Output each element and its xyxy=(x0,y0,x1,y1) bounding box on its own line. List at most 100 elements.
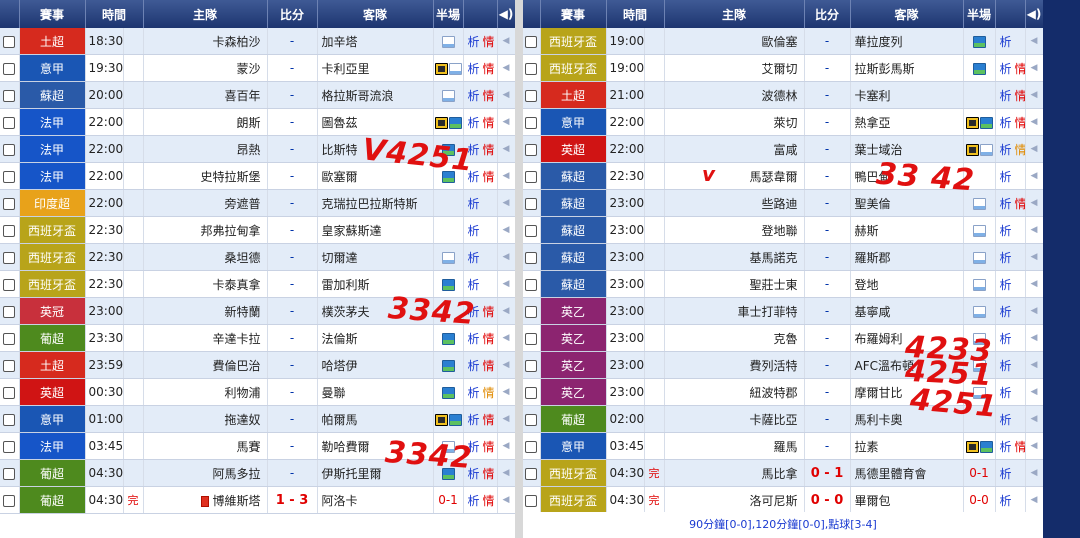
info-link[interactable]: 情 xyxy=(483,35,495,49)
home-team[interactable]: 富咸 xyxy=(664,135,805,163)
league-badge[interactable]: 西班牙盃 xyxy=(19,270,86,298)
row-speaker[interactable]: ◀ xyxy=(1025,486,1043,514)
row-speaker[interactable]: ◀ xyxy=(497,108,515,136)
row-checkbox[interactable] xyxy=(525,440,538,453)
row-speaker[interactable]: ◀ xyxy=(497,270,515,298)
analysis-link[interactable]: 析 xyxy=(1000,62,1012,76)
row-checkbox[interactable] xyxy=(525,359,538,372)
info-link[interactable]: 情 xyxy=(483,143,495,157)
tv-icon[interactable] xyxy=(966,116,980,129)
away-team[interactable]: 基寧咸 xyxy=(850,297,964,325)
speaker-icon[interactable]: ◀ xyxy=(503,468,510,478)
home-team[interactable]: 辛達卡拉 xyxy=(143,324,268,352)
analysis-link[interactable]: 析 xyxy=(468,278,480,292)
row-speaker[interactable]: ◀ xyxy=(497,459,515,487)
away-team[interactable]: 熱拿亞 xyxy=(850,108,964,136)
speaker-icon[interactable]: ◀ xyxy=(503,333,510,343)
photo-icon[interactable] xyxy=(973,62,987,75)
speaker-icon[interactable]: ◀ xyxy=(1031,171,1038,181)
league-badge[interactable]: 土超 xyxy=(19,351,86,379)
row-speaker[interactable]: ◀ xyxy=(497,135,515,163)
away-team[interactable]: 赫斯 xyxy=(850,216,964,244)
analysis-link[interactable]: 析 xyxy=(1000,197,1012,211)
row-checkbox[interactable] xyxy=(3,305,16,318)
row-checkbox[interactable] xyxy=(3,278,16,291)
info-link[interactable]: 情 xyxy=(483,440,495,454)
header-speaker[interactable]: ◀) xyxy=(1025,0,1043,28)
analysis-link[interactable]: 析 xyxy=(468,251,480,265)
speaker-icon[interactable]: ◀ xyxy=(1031,225,1038,235)
speaker-icon[interactable]: ◀ xyxy=(1031,63,1038,73)
row-checkbox[interactable] xyxy=(525,116,538,129)
speaker-icon[interactable]: ◀ xyxy=(1031,144,1038,154)
info-link[interactable]: 情 xyxy=(1015,143,1024,157)
photo-icon[interactable] xyxy=(449,116,463,129)
home-team[interactable]: 博維斯塔 xyxy=(143,486,268,514)
home-team[interactable]: 聖莊士東 xyxy=(664,270,805,298)
home-team[interactable]: 利物浦 xyxy=(143,378,268,406)
league-badge[interactable]: 蘇超 xyxy=(540,270,607,298)
info-link[interactable]: 情 xyxy=(1015,440,1024,454)
home-team[interactable]: 紐波特郡 xyxy=(664,378,805,406)
row-speaker[interactable]: ◀ xyxy=(1025,243,1043,271)
row-speaker[interactable]: ◀ xyxy=(1025,432,1043,460)
row-checkbox[interactable] xyxy=(525,35,538,48)
league-badge[interactable]: 法甲 xyxy=(19,108,86,136)
league-badge[interactable]: 法甲 xyxy=(19,432,86,460)
row-checkbox[interactable] xyxy=(525,251,538,264)
photo-icon[interactable] xyxy=(980,116,994,129)
info-link[interactable]: 情 xyxy=(1015,62,1024,76)
league-badge[interactable]: 西班牙盃 xyxy=(540,28,607,55)
speaker-icon[interactable]: ◀ xyxy=(1031,414,1038,424)
row-speaker[interactable]: ◀ xyxy=(497,378,515,406)
row-checkbox[interactable] xyxy=(525,467,538,480)
away-team[interactable]: 馬德里體育會 xyxy=(850,459,964,487)
away-team[interactable]: 華拉度列 xyxy=(850,28,964,55)
home-team[interactable]: 些路迪 xyxy=(664,189,805,217)
home-team[interactable]: 艾爾切 xyxy=(664,54,805,82)
row-checkbox[interactable] xyxy=(525,224,538,237)
row-checkbox[interactable] xyxy=(525,62,538,75)
row-checkbox[interactable] xyxy=(525,386,538,399)
row-speaker[interactable]: ◀ xyxy=(497,324,515,352)
league-badge[interactable]: 英冠 xyxy=(19,297,86,325)
analysis-link[interactable]: 析 xyxy=(1000,413,1012,427)
away-team[interactable]: 加辛塔 xyxy=(317,28,434,55)
home-team[interactable]: 喜百年 xyxy=(143,81,268,109)
info-link[interactable]: 情 xyxy=(483,305,495,319)
row-checkbox[interactable] xyxy=(3,116,16,129)
home-team[interactable]: 歐倫塞 xyxy=(664,28,805,55)
league-badge[interactable]: 英超 xyxy=(19,378,86,406)
row-speaker[interactable]: ◀ xyxy=(1025,405,1043,433)
row-checkbox[interactable] xyxy=(3,467,16,480)
chart-icon[interactable] xyxy=(980,143,994,156)
row-checkbox[interactable] xyxy=(3,62,16,75)
row-speaker[interactable]: ◀ xyxy=(1025,189,1043,217)
analysis-link[interactable]: 析 xyxy=(468,359,480,373)
home-team[interactable]: 馬比拿 xyxy=(664,459,805,487)
chart-icon[interactable] xyxy=(449,62,463,75)
speaker-icon[interactable]: ◀ xyxy=(503,441,510,451)
row-checkbox[interactable] xyxy=(3,440,16,453)
row-speaker[interactable]: ◀ xyxy=(497,216,515,244)
info-link[interactable]: 情 xyxy=(483,413,495,427)
away-team[interactable]: 切爾達 xyxy=(317,243,434,271)
photo-icon[interactable] xyxy=(973,35,987,48)
speaker-icon[interactable]: ◀ xyxy=(1031,198,1038,208)
row-speaker[interactable]: ◀ xyxy=(1025,459,1043,487)
league-badge[interactable]: 葡超 xyxy=(19,459,86,487)
info-link[interactable]: 情 xyxy=(483,332,495,346)
analysis-link[interactable]: 析 xyxy=(1000,494,1012,508)
info-link[interactable]: 情 xyxy=(483,62,495,76)
analysis-link[interactable]: 析 xyxy=(1000,305,1012,319)
home-team[interactable]: 費倫巴治 xyxy=(143,351,268,379)
away-team[interactable]: 皇家蘇斯達 xyxy=(317,216,434,244)
photo-icon[interactable] xyxy=(442,278,456,291)
league-badge[interactable]: 西班牙盃 xyxy=(540,486,607,514)
analysis-link[interactable]: 析 xyxy=(468,35,480,49)
analysis-link[interactable]: 析 xyxy=(468,332,480,346)
row-checkbox[interactable] xyxy=(525,278,538,291)
away-team[interactable]: 卡利亞里 xyxy=(317,54,434,82)
league-badge[interactable]: 西班牙盃 xyxy=(540,459,607,487)
speaker-icon[interactable]: ◀ xyxy=(503,117,510,127)
